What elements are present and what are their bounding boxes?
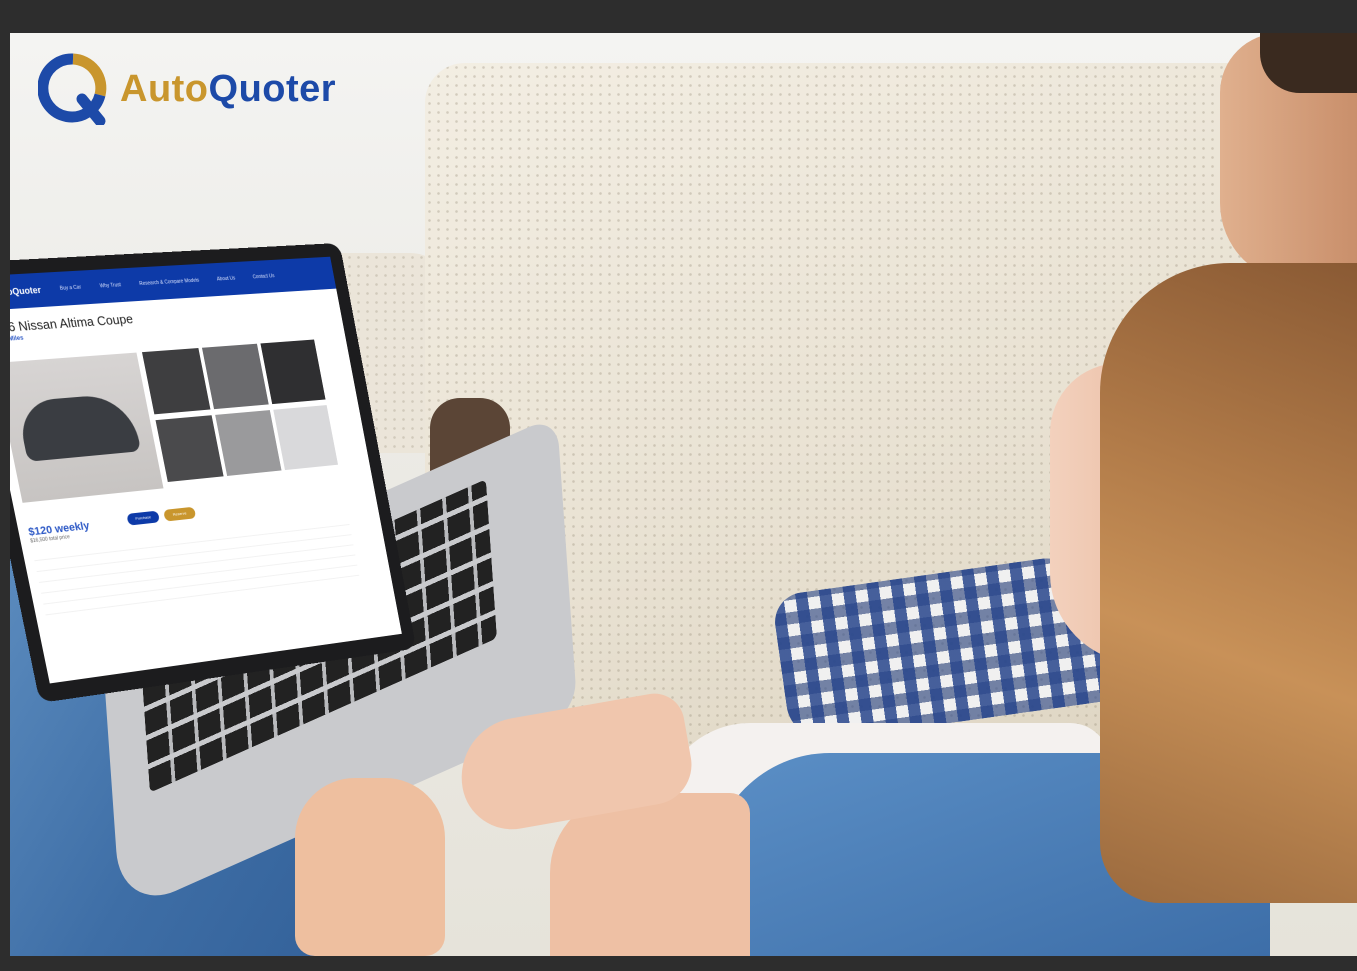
mini-nav-link: Research & Compare Models — [139, 278, 200, 287]
mini-main-photo — [10, 353, 163, 503]
image-frame: AutoQuoter Buy a Car Why Trust Research … — [0, 0, 1357, 971]
brand-name: AutoQuoter — [120, 68, 336, 111]
mini-thumb — [273, 405, 338, 470]
mini-reserve-button: Reserve — [163, 507, 196, 522]
mini-nav-link: Why Trust — [99, 282, 121, 289]
mini-purchase-button: Purchase — [126, 511, 160, 526]
mini-nav-link: About Us — [216, 276, 235, 283]
mini-thumb — [215, 410, 281, 476]
car-image — [16, 393, 141, 462]
mini-thumb — [142, 348, 210, 414]
mini-nav-link: Contact Us — [252, 273, 275, 280]
laptop-screen: AutoQuoter Buy a Car Why Trust Research … — [10, 257, 402, 684]
brand-name-quoter: Quoter — [209, 68, 337, 110]
brand-name-auto: Auto — [120, 68, 209, 110]
hero-photo: AutoQuoter Buy a Car Why Trust Research … — [10, 33, 1357, 956]
woman-hair — [1100, 263, 1357, 903]
mini-nav-link: Buy a Car — [59, 285, 81, 292]
brand-logo: AutoQuoter — [38, 53, 336, 125]
mini-thumb — [202, 344, 269, 409]
mini-thumb — [156, 415, 224, 482]
mini-logo: AutoQuoter — [10, 284, 42, 299]
mini-gallery — [10, 339, 349, 513]
mini-logo-text: AutoQuoter — [10, 285, 42, 298]
mini-price: $120 weekly $16,500 total price — [27, 520, 91, 544]
autoquoter-logo-icon — [38, 53, 108, 125]
man-hand — [295, 778, 445, 956]
man-hair — [1260, 33, 1357, 93]
mini-thumb — [260, 340, 325, 405]
bottom-bar — [0, 956, 1357, 971]
